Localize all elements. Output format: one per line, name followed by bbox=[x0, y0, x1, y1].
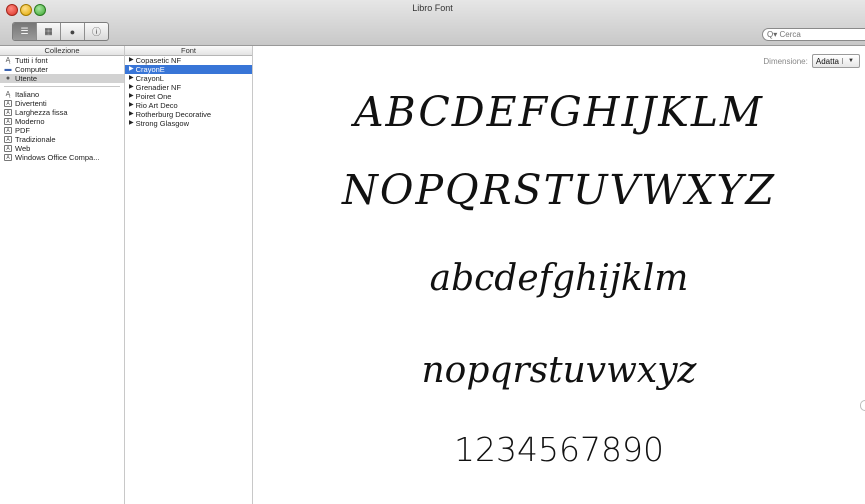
collection-item-tradizionale[interactable]: A Tradizionale bbox=[0, 135, 124, 144]
disclosure-triangle-icon[interactable]: ▶ bbox=[129, 83, 134, 92]
font-item-crayone[interactable]: ▶ CrayonE bbox=[125, 65, 252, 74]
collection-item-computer[interactable]: ▬ Computer bbox=[0, 65, 124, 74]
collection-icon: A bbox=[4, 118, 12, 125]
disclosure-triangle-icon[interactable]: ▶ bbox=[129, 119, 134, 128]
preview-lowercase-1: abcdefghijklm bbox=[429, 258, 689, 299]
scroll-indicator[interactable] bbox=[860, 400, 865, 411]
preview-uppercase-1: ABCDEFGHIJKLM bbox=[353, 88, 765, 136]
font-item-crayonl[interactable]: ▶ CrayonL bbox=[125, 74, 252, 83]
disclosure-triangle-icon[interactable]: ▶ bbox=[129, 92, 134, 101]
collection-icon: A bbox=[4, 154, 12, 161]
disclosure-triangle-icon[interactable]: ▶ bbox=[129, 101, 134, 110]
dimension-select[interactable]: Adatta ▼ bbox=[811, 54, 860, 68]
view-segmented-control: ☰ ▦ ● ⓘ bbox=[12, 22, 109, 41]
font-item-grenadier[interactable]: ▶ Grenadier NF bbox=[125, 83, 252, 92]
chevron-down-icon: ▼ bbox=[842, 58, 859, 64]
collection-item-divertenti[interactable]: A Divertenti bbox=[0, 99, 124, 108]
all-fonts-icon: Ą bbox=[5, 91, 11, 98]
all-fonts-icon: Ą bbox=[5, 57, 11, 64]
collection-column: Collezione Ą Tutti i font ▬ Computer ● U… bbox=[0, 46, 125, 504]
collection-item-all-fonts[interactable]: Ą Tutti i font bbox=[0, 56, 124, 65]
disclosure-triangle-icon[interactable]: ▶ bbox=[129, 74, 134, 83]
collection-item-pdf[interactable]: A PDF bbox=[0, 126, 124, 135]
collection-header: Collezione bbox=[0, 46, 124, 56]
collection-item-italiano[interactable]: Ą Italiano bbox=[0, 90, 124, 99]
font-header: Font bbox=[125, 46, 252, 56]
search-placeholder: Cerca bbox=[779, 30, 801, 39]
collection-divider bbox=[4, 86, 120, 87]
font-item-rotherburg[interactable]: ▶ Rotherburg Decorative bbox=[125, 110, 252, 119]
font-item-copasetic[interactable]: ▶ Copasetic NF bbox=[125, 56, 252, 65]
info-icon[interactable]: ⓘ bbox=[85, 23, 108, 40]
collection-icon: A bbox=[4, 145, 12, 152]
collection-icon: A bbox=[4, 100, 12, 107]
dimension-label: Dimensione: bbox=[763, 56, 808, 66]
collection-icon: A bbox=[4, 136, 12, 143]
collection-icon: A bbox=[4, 109, 12, 116]
user-icon: ● bbox=[5, 75, 11, 82]
disclosure-triangle-icon[interactable]: ▶ bbox=[129, 110, 134, 119]
title-bar: Libro Font ☰ ▦ ● ⓘ Q▾ Cerca bbox=[0, 0, 865, 46]
collection-icon: A bbox=[4, 127, 12, 134]
preview-uppercase-2: NOPQRSTUVWXYZ bbox=[341, 166, 777, 214]
font-item-rio-art-deco[interactable]: ▶ Rio Art Deco bbox=[125, 101, 252, 110]
search-input[interactable]: Q▾ Cerca bbox=[762, 28, 865, 41]
user-icon[interactable]: ● bbox=[61, 23, 85, 40]
grid-view-icon[interactable]: ▦ bbox=[37, 23, 61, 40]
preview-digits: 1234567890 bbox=[454, 430, 664, 469]
font-item-strong-glasgow[interactable]: ▶ Strong Glasgow bbox=[125, 119, 252, 128]
list-view-icon[interactable]: ☰ bbox=[13, 23, 37, 40]
collection-item-larghezza-fissa[interactable]: A Larghezza fissa bbox=[0, 108, 124, 117]
disclosure-triangle-icon[interactable]: ▶ bbox=[129, 56, 134, 65]
collection-item-moderno[interactable]: A Moderno bbox=[0, 117, 124, 126]
search-icon: Q▾ bbox=[767, 30, 778, 39]
computer-icon: ▬ bbox=[4, 66, 12, 73]
preview-lowercase-2: nopqrstuvwxyz bbox=[421, 350, 697, 391]
dimension-value: Adatta bbox=[815, 56, 839, 66]
collection-item-user[interactable]: ● Utente bbox=[0, 74, 124, 83]
disclosure-triangle-icon[interactable]: ▶ bbox=[129, 65, 134, 74]
window-title: Libro Font bbox=[412, 3, 453, 13]
collection-item-web[interactable]: A Web bbox=[0, 144, 124, 153]
collection-item-windows-office[interactable]: A Windows Office Compa... bbox=[0, 153, 124, 162]
dimension-control: Dimensione: Adatta ▼ bbox=[763, 54, 860, 68]
font-column: Font ▶ Copasetic NF ▶ CrayonE ▶ CrayonL … bbox=[125, 46, 253, 504]
font-item-poiret-one[interactable]: ▶ Poiret One bbox=[125, 92, 252, 101]
